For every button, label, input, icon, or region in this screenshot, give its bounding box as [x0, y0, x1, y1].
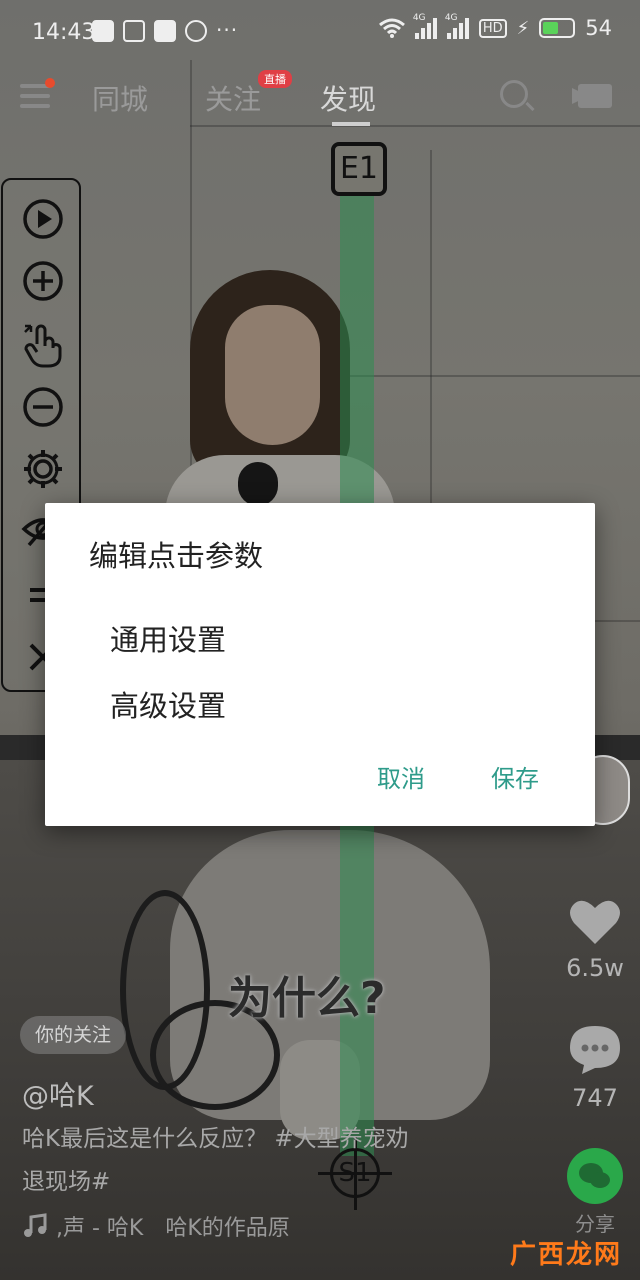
signal-2: 4G [445, 13, 469, 39]
status-time: 14:43 [32, 20, 96, 45]
video-subtitle: 为什么? [228, 973, 386, 1024]
music-note-icon [24, 1213, 47, 1237]
paw-icon [185, 20, 207, 42]
comment-count: 747 [572, 1084, 618, 1112]
comment-button[interactable]: 747 [560, 1024, 630, 1112]
save-button[interactable]: 保存 [491, 759, 539, 794]
video-description: 哈K最后这是什么反应？ #大型养宠劝 退现场# [22, 1118, 522, 1204]
tab-discover[interactable]: 发现 [320, 78, 376, 118]
notification-icons: ··· [92, 20, 238, 42]
signal-1: 4G [413, 13, 437, 39]
network-type: 4G [444, 13, 458, 23]
like-button[interactable]: 6.5w [560, 898, 630, 982]
menu-icon[interactable] [20, 84, 50, 110]
hash-icon [123, 20, 145, 42]
mail-icon [154, 20, 176, 42]
share-button[interactable]: 分享 [560, 1148, 630, 1237]
advanced-settings-option[interactable]: 高级设置 [110, 683, 226, 725]
tap-gesture-icon[interactable] [20, 322, 66, 368]
description-line: 退现场# [22, 1169, 111, 1195]
active-tab-indicator [332, 122, 370, 126]
network-type: 4G [412, 13, 426, 23]
zoom-in-icon[interactable] [20, 258, 66, 304]
battery-percent: 54 [585, 16, 612, 40]
author-name[interactable]: @哈K [22, 1074, 94, 1113]
zoom-out-icon[interactable] [20, 384, 66, 430]
settings-icon[interactable] [20, 446, 66, 492]
cancel-button[interactable]: 取消 [377, 759, 425, 794]
site-watermark: 广西龙网 [510, 1240, 623, 1270]
live-badge: 直播 [258, 70, 292, 88]
wifi-icon [378, 18, 405, 38]
camera-icon[interactable] [572, 82, 612, 110]
like-count: 6.5w [566, 954, 624, 982]
menu-notification-dot [45, 78, 55, 88]
wechat-icon [567, 1148, 623, 1204]
comment-icon [570, 1026, 620, 1074]
top-nav: 同城 关注 直播 发现 [0, 70, 640, 126]
tab-following[interactable]: 关注 [205, 78, 261, 118]
follow-chip: 你的关注 [20, 1016, 127, 1054]
charging-icon: ⚡ [516, 17, 530, 39]
play-icon[interactable] [20, 196, 66, 242]
battery-icon [539, 18, 576, 38]
dialog-title: 编辑点击参数 [89, 539, 264, 573]
microphone [238, 462, 278, 506]
notification-icon [92, 20, 114, 42]
hd-icon: HD [478, 18, 507, 38]
heart-icon [570, 900, 620, 944]
description-line: 哈K最后这是什么反应？ #大型养宠劝 [22, 1126, 409, 1152]
music-title: ,声 - 哈K 哈K的作品原 [56, 1216, 290, 1241]
general-settings-option[interactable]: 通用设置 [110, 617, 226, 659]
battery-fill [543, 22, 559, 34]
status-right: 4G 4G HD ⚡ 54 [378, 13, 612, 40]
share-label: 分享 [575, 1212, 615, 1236]
tab-nearby[interactable]: 同城 [92, 78, 148, 118]
music-info[interactable]: ,声 - 哈K 哈K的作品原 [22, 1210, 290, 1242]
status-bar: 14:43 ··· 4G 4G HD ⚡ 54 [0, 0, 640, 64]
end-marker[interactable]: E1 [331, 142, 387, 196]
search-icon[interactable] [500, 80, 528, 108]
more-icon: ··· [216, 18, 239, 42]
person-face [225, 305, 320, 445]
edit-click-params-dialog: 编辑点击参数 通用设置 高级设置 取消 保存 [45, 503, 595, 826]
